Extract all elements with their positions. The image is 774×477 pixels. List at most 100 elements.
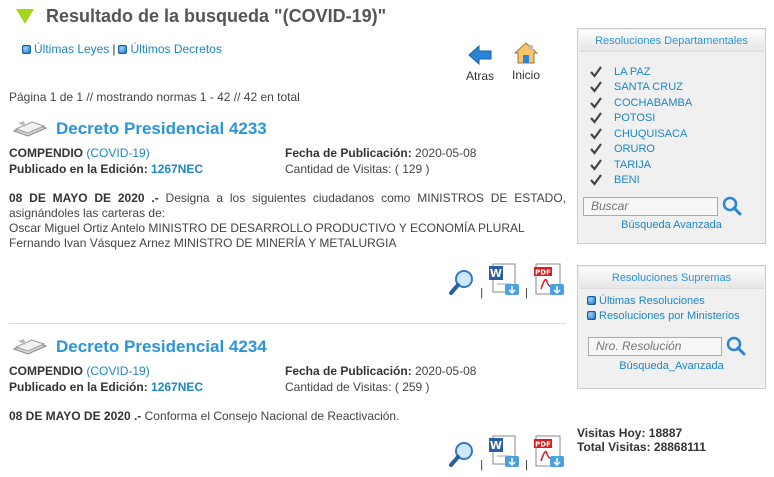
book-icon	[12, 339, 48, 355]
detail-line: Oscar Miguel Ortiz Antelo MINISTRO DE DE…	[9, 221, 525, 235]
word-letter: W	[490, 439, 502, 452]
panel-title: Resoluciones Supremas	[579, 267, 764, 289]
departmental-resolutions-panel: Resoluciones Departamentales LA PAZ SANT…	[577, 28, 766, 244]
edicion-link[interactable]: 1267NEC	[151, 380, 203, 394]
visitas-label: Cantidad de Visitas:	[285, 162, 392, 176]
pdf-download-icon[interactable]: PDF	[532, 434, 566, 468]
page-title: Resultado de la busqueda "(COVID-19)"	[46, 6, 387, 26]
latest-resolutions-link[interactable]: Últimas Resoluciones	[587, 293, 765, 308]
latest-decrees-link[interactable]: Últimos Decretos	[130, 42, 221, 56]
department-item[interactable]: ORURO	[590, 142, 765, 158]
result-description: 08 DE MAYO DE 2020 .- Designa a los sigu…	[9, 191, 566, 251]
resolution-search-row	[588, 336, 765, 356]
department-label: CHUQUISACA	[614, 127, 688, 140]
department-label: ORURO	[614, 143, 655, 156]
result-item: Decreto Presidencial 4233 COMPENDIO (COV…	[9, 116, 566, 299]
result-meta: COMPENDIO (COVID-19) Fecha de Publicació…	[9, 145, 566, 177]
compendio-link[interactable]: (COVID-19)	[86, 364, 149, 378]
supreme-resolutions-panel: Resoluciones Supremas Últimas Resolucion…	[577, 265, 766, 389]
edicion-label: Publicado en la Edición:	[9, 162, 148, 176]
resolutions-by-ministry-link[interactable]: Resoluciones por Ministerios	[587, 308, 765, 323]
icon-separator: |	[480, 459, 484, 471]
result-description: 08 DE MAYO DE 2020 .- Conforma el Consej…	[9, 409, 566, 424]
visitas-value: ( 259 )	[394, 380, 430, 394]
bullet-icon	[587, 311, 596, 320]
pdf-badge: PDF	[535, 269, 551, 277]
page-header: Resultado de la busqueda "(COVID-19)"	[16, 6, 386, 27]
home-label: Inicio	[511, 68, 540, 82]
check-icon	[590, 112, 602, 125]
result-actions: | W | PDF	[448, 434, 566, 471]
result-title[interactable]: Decreto Presidencial 4234	[56, 337, 267, 357]
back-button[interactable]: Atras	[462, 44, 498, 83]
department-item[interactable]: TARIJA	[590, 157, 765, 173]
search-icon[interactable]	[725, 336, 747, 356]
word-letter: W	[490, 267, 502, 280]
search-icon[interactable]	[721, 196, 743, 216]
date-heading: 08 DE MAYO DE 2020 .-	[9, 191, 159, 205]
compendio-link[interactable]: (COVID-19)	[86, 146, 149, 160]
resolution-number-input[interactable]	[588, 336, 722, 356]
bullet-icon	[118, 44, 128, 54]
magnifier-icon[interactable]	[448, 268, 476, 296]
department-label: SANTA CRUZ	[614, 81, 683, 94]
fecha-label: Fecha de Publicación:	[285, 364, 412, 378]
check-icon	[590, 128, 602, 140]
department-item[interactable]: LA PAZ	[590, 64, 765, 80]
department-label: TARIJA	[614, 158, 652, 171]
icon-separator: |	[525, 287, 528, 299]
detail-line: Fernando Ivan Vásquez Arnez MINISTRO DE …	[9, 236, 397, 250]
check-icon	[590, 81, 602, 94]
department-item[interactable]: COCHABAMBA	[590, 95, 765, 111]
pagination-summary: Página 1 de 1 // mostrando normas 1 - 42…	[9, 90, 300, 104]
date-heading: 08 DE MAYO DE 2020 .-	[9, 409, 142, 423]
department-item[interactable]: SANTA CRUZ	[590, 80, 765, 96]
department-search-input[interactable]	[583, 196, 718, 216]
visitas-label: Cantidad de Visitas:	[285, 380, 392, 394]
visits-total: Total Visitas: 28868111	[577, 440, 706, 454]
pdf-download-icon[interactable]: PDF	[532, 262, 566, 296]
advanced-search-link[interactable]: Búsqueda Avanzada	[578, 219, 765, 231]
department-list: LA PAZ SANTA CRUZ COCHABAMBA POTOSI CHUQ…	[590, 64, 765, 188]
triangle-icon	[16, 9, 34, 24]
fecha-value: 2020-05-08	[415, 364, 477, 378]
department-item[interactable]: POTOSI	[590, 111, 765, 127]
fecha-label: Fecha de Publicación:	[285, 146, 412, 160]
fecha-value: 2020-05-08	[415, 146, 477, 160]
book-icon	[12, 121, 48, 137]
result-item: Decreto Presidencial 4234 COMPENDIO (COV…	[9, 334, 566, 471]
summary-text: Conforma el Consejo Nacional de Reactiva…	[144, 409, 400, 423]
result-title[interactable]: Decreto Presidencial 4233	[56, 119, 267, 139]
compendio-label: COMPENDIO	[9, 364, 84, 378]
bullet-icon	[22, 44, 31, 54]
latest-laws-link[interactable]: Últimas Leyes	[34, 42, 109, 56]
department-item[interactable]: CHUQUISACA	[590, 126, 765, 142]
back-arrow-icon	[468, 44, 492, 66]
department-search-row	[583, 196, 765, 216]
check-icon	[590, 97, 602, 109]
check-icon	[590, 174, 602, 187]
department-label: BENI	[614, 174, 640, 187]
link-separator: |	[112, 42, 116, 56]
word-download-icon[interactable]: W	[487, 434, 521, 468]
back-label: Atras	[465, 69, 494, 83]
department-item[interactable]: BENI	[590, 173, 765, 189]
visit-stats: Visitas Hoy: 18887 Total Visitas: 288681…	[577, 426, 706, 454]
home-button[interactable]: Inicio	[506, 41, 546, 82]
visits-today: Visitas Hoy: 18887	[577, 426, 683, 440]
result-header: Decreto Presidencial 4233	[12, 116, 566, 142]
check-icon	[590, 66, 602, 78]
advanced-search-link[interactable]: Búsqueda_Avanzada	[578, 360, 765, 372]
magnifier-icon[interactable]	[448, 440, 476, 468]
icon-separator: |	[480, 287, 484, 299]
department-label: COCHABAMBA	[614, 96, 693, 109]
check-icon	[590, 143, 602, 156]
department-label: LA PAZ	[614, 65, 651, 78]
supreme-links: Últimas Resoluciones Resoluciones por Mi…	[587, 293, 765, 323]
edicion-link[interactable]: 1267NEC	[151, 162, 203, 176]
bullet-icon	[587, 296, 596, 305]
result-actions: | W | PDF	[448, 262, 566, 299]
department-label: POTOSI	[614, 112, 656, 125]
result-header: Decreto Presidencial 4234	[12, 334, 566, 360]
word-download-icon[interactable]: W	[487, 262, 521, 296]
